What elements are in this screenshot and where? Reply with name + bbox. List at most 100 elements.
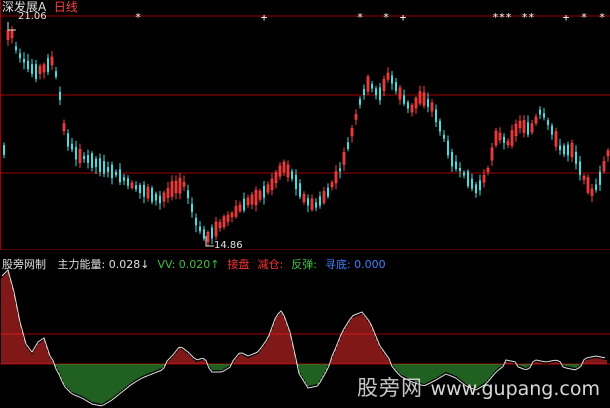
candle-down [435,109,437,123]
candle-down [559,145,561,151]
candle-down [527,122,529,135]
signal-marker: * [599,11,606,24]
candle-down [291,171,293,179]
chart-window: * + * * + *** ** + * * 深发展A 日线 21.06 14.86 股旁网制 主… [0,0,610,408]
signal-marker: * [383,11,390,24]
signal-marker: ** [521,11,534,24]
candle-down [315,202,317,208]
candle-down [143,184,145,197]
candle-down [115,171,117,176]
candle-down [459,168,461,172]
candle-down [75,147,77,160]
candle-down [199,226,201,232]
candle-down [451,152,453,167]
candle-down [187,190,189,199]
signal-marker: + [400,11,407,24]
candle-down [563,145,565,155]
price-chart[interactable]: * + * * + *** ** + * * [0,0,610,250]
signal-marker: + [261,11,268,24]
candle-down [71,143,73,150]
candle-down [191,203,193,213]
candle-down [135,185,137,190]
candle-down [547,120,549,126]
candle-down [479,180,481,191]
candle-down [107,167,109,172]
candle-down [395,82,397,92]
candle-down [443,134,445,139]
candle-down [15,46,17,51]
candle-down [159,195,161,204]
candle-down [151,188,153,202]
candle-down [575,151,577,164]
candle-down [403,95,405,104]
candle-down [95,158,97,168]
signal-marker: + [563,11,570,24]
candle-down [203,229,205,239]
candle-down [475,184,477,194]
candle-down [155,193,157,201]
candle-down [599,171,601,185]
candle-down [463,172,465,176]
candle-down [327,187,329,197]
signal-marker: * [581,11,588,24]
candle-down [295,174,297,190]
candle-down [3,145,5,155]
watermark-cn: 股旁网 [357,376,424,400]
candle-down [31,64,33,74]
candle-down [371,83,373,89]
candle-down [439,120,441,132]
candle-down [319,196,321,206]
candle-down [139,185,141,193]
candle-down [307,198,309,206]
candle-down [579,161,581,175]
candle-down [299,183,301,197]
candle-down [379,87,381,101]
candle-down [35,64,37,80]
candle-down [407,102,409,109]
low-price-label: 14.86 [214,240,243,251]
candles [3,26,610,246]
high-price-label: 21.06 [18,11,47,22]
candle-down [103,161,105,174]
candle-down [119,169,121,183]
candle-down [195,217,197,226]
candle-down [67,133,69,147]
signal-marker: *** [492,11,512,24]
candle-down [99,158,101,172]
candle-down [467,171,469,187]
candle-down [539,109,541,115]
candle-down [263,185,265,198]
candle-down [567,144,569,156]
candle-down [55,71,57,77]
candle-down [83,155,85,160]
candle-down [127,178,129,186]
candle-down [347,142,349,149]
candle-down [595,184,597,191]
candle-down [111,164,113,179]
candle-down [543,113,545,118]
candle-down [23,58,25,63]
period-label: 日线 [53,0,78,14]
candle-down [243,198,245,211]
watermark-url: www.gupang.com [430,378,600,400]
candle-down [471,178,473,189]
candle-down [391,75,393,84]
candle-down [447,140,449,156]
candle-down [375,88,377,96]
candle-down [211,227,213,239]
candle-down [87,155,89,163]
candle-down [19,53,21,59]
candle-down [91,153,93,168]
signal-marker: * [135,11,142,24]
candle-down [503,136,505,143]
signal-marker: * [357,11,364,24]
candle-down [363,88,365,96]
candle-down [455,161,457,170]
candle-down [59,91,61,100]
candle-down [427,99,429,107]
candle-down [123,177,125,181]
candle-down [47,58,49,72]
watermark: 股旁网 www.gupang.com [357,372,600,402]
candle-down [359,98,361,105]
candle-down [27,60,29,70]
